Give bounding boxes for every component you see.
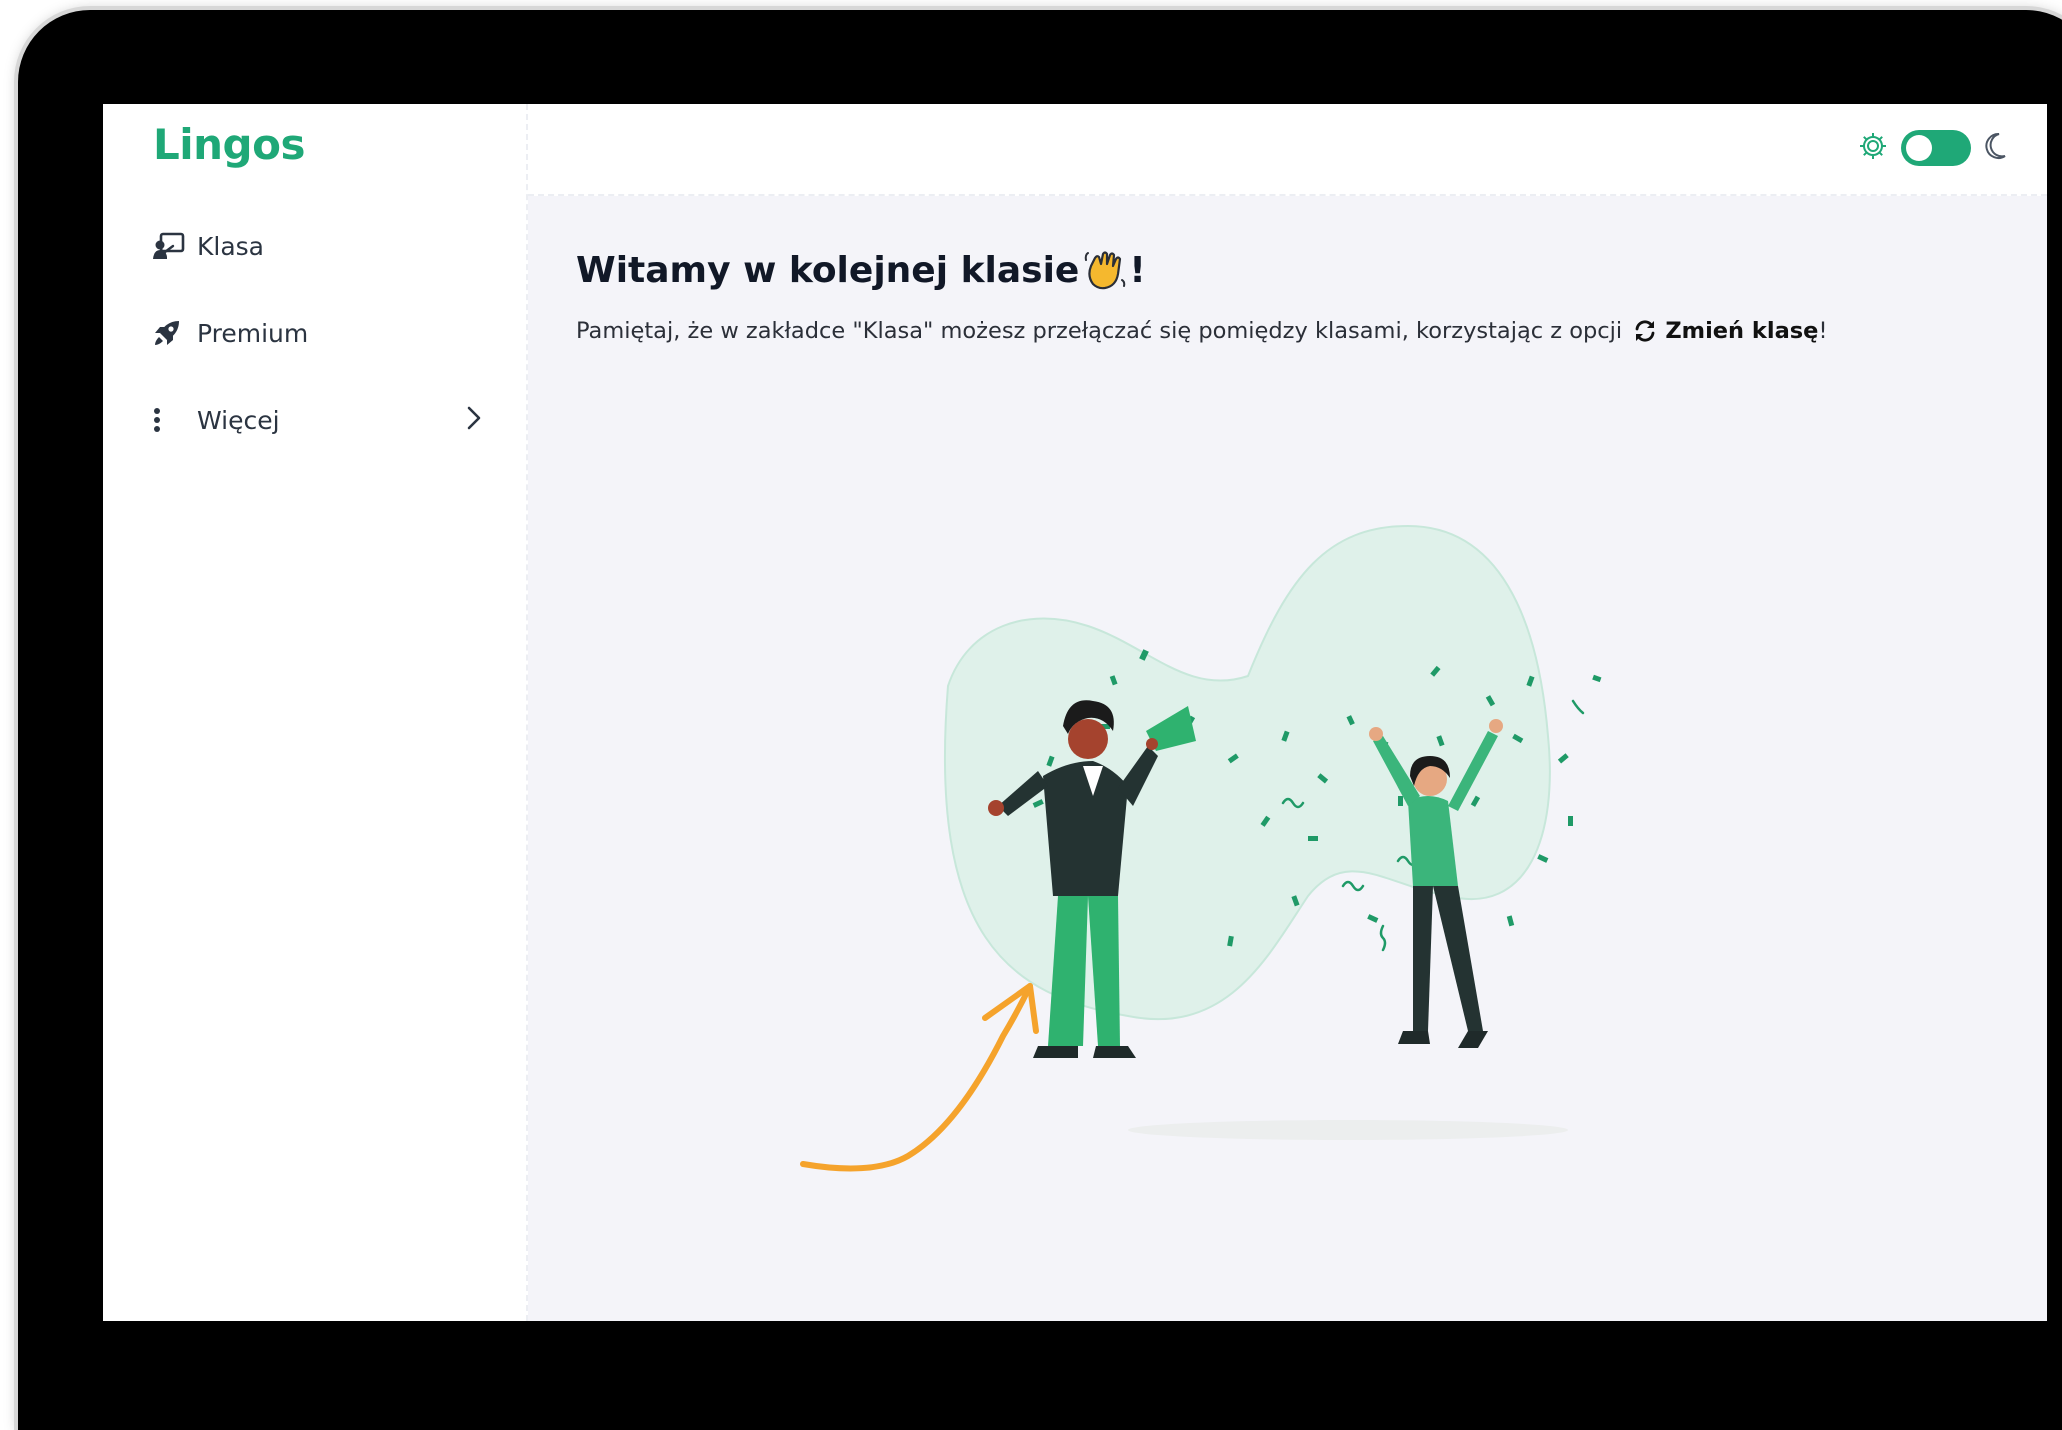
- more-vertical-icon: [153, 403, 187, 437]
- top-bar: [528, 104, 2047, 196]
- main-content: Witamy w kolejnej klasie ! Pamiętaj, że …: [528, 196, 2047, 1321]
- toggle-knob: [1906, 135, 1932, 161]
- celebration-illustration: [800, 524, 1602, 1172]
- device-frame: Lingos Klasa Premium Więcej Witamy w kol…: [18, 10, 2062, 1430]
- theme-switch[interactable]: [1859, 130, 2007, 166]
- sidebar-item-label: Klasa: [197, 231, 265, 261]
- theme-toggle[interactable]: [1901, 130, 1971, 166]
- sidebar-item-wiecej[interactable]: Więcej: [153, 400, 483, 440]
- sidebar-item-label: Premium: [197, 318, 309, 348]
- moon-icon: [1985, 132, 2007, 165]
- sidebar-item-klasa[interactable]: Klasa: [153, 226, 483, 266]
- orange-arrow: [800, 983, 1039, 1172]
- rocket-icon: [153, 316, 187, 350]
- sidebar-item-premium[interactable]: Premium: [153, 313, 483, 353]
- sun-gear-icon: [1859, 132, 1887, 165]
- sidebar-item-label: Więcej: [197, 405, 280, 435]
- sidebar: Lingos Klasa Premium Więcej: [103, 104, 528, 1321]
- chevron-right-icon: [465, 404, 483, 437]
- app-screen: Lingos Klasa Premium Więcej Witamy w kol…: [103, 104, 2047, 1321]
- ground-shadow: [1128, 1120, 1568, 1140]
- classroom-icon: [153, 229, 187, 263]
- app-logo[interactable]: Lingos: [153, 120, 305, 169]
